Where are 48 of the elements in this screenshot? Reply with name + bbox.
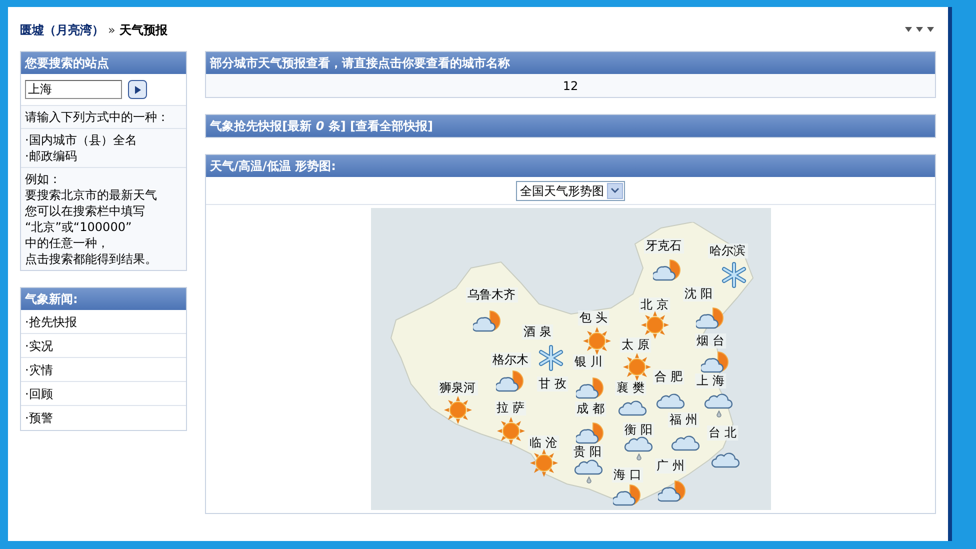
- city-label[interactable]: 烟 台: [694, 334, 726, 348]
- city-label[interactable]: 酒 泉: [522, 324, 554, 340]
- city-label[interactable]: 牙克石: [644, 238, 684, 254]
- play-icon: [134, 86, 140, 94]
- forum-link[interactable]: 匮墟（月亮湾）: [20, 21, 104, 39]
- option-text: ·邮政编码: [25, 148, 78, 164]
- city-label[interactable]: 成 都: [574, 402, 606, 416]
- city-label[interactable]: 包 头: [578, 310, 610, 326]
- city-label[interactable]: 银 川: [572, 354, 604, 370]
- search-field[interactable]: 上海: [25, 80, 122, 99]
- city-label[interactable]: 拉 萨: [494, 400, 526, 416]
- city-label[interactable]: 贵 阳: [572, 444, 604, 460]
- panel-header: 部分城市天气预报查看，请直接点击你要查看的城市名称: [206, 52, 935, 74]
- city-label[interactable]: 太 原: [620, 338, 652, 352]
- page-title: 天气预报: [119, 22, 168, 39]
- hint-text: 请输入下列方式中的一种：: [25, 109, 170, 125]
- city-label[interactable]: 上 海: [694, 374, 726, 388]
- city-label[interactable]: 衡 阳: [622, 422, 654, 438]
- breadcrumb-separator: »: [108, 22, 116, 39]
- chevron-down-icon: [611, 188, 620, 193]
- city-label[interactable]: 广 州: [654, 458, 686, 474]
- map-select[interactable]: 全国天气形势图: [516, 180, 626, 200]
- city-label[interactable]: 狮泉河: [438, 380, 478, 396]
- news-link[interactable]: ·实况: [25, 336, 53, 354]
- panel-content: 12: [562, 78, 578, 94]
- city-label[interactable]: 襄 樊: [614, 380, 646, 396]
- news-link[interactable]: ·灾情: [25, 360, 53, 378]
- city-label[interactable]: 乌鲁木齐: [466, 288, 518, 302]
- city-label[interactable]: 北 京: [638, 298, 670, 312]
- city-label[interactable]: 福 州: [668, 412, 700, 428]
- search-button[interactable]: [128, 80, 147, 99]
- city-label[interactable]: 甘 孜: [536, 376, 568, 392]
- city-label[interactable]: 格尔木: [490, 352, 531, 368]
- city-label[interactable]: 合 肥: [652, 370, 684, 384]
- city-label[interactable]: 沈 阳: [682, 286, 714, 302]
- city-label[interactable]: 海 口: [612, 468, 644, 482]
- news-link[interactable]: ·回顾: [25, 384, 53, 402]
- panel-header: 天气/高温/低温 形势图:: [206, 155, 935, 177]
- city-label[interactable]: 临 沧: [528, 436, 560, 450]
- example-text: 例如： 要搜索北京市的最新天气 您可以在搜索栏中填写 “北京”或“100000” 中的任意一种， 点击搜索都能得到结果。: [25, 171, 158, 267]
- news-link[interactable]: ·抢先快报: [25, 312, 77, 330]
- city-label[interactable]: 哈尔滨: [708, 244, 748, 258]
- panel-header: 气象新闻:: [21, 288, 186, 310]
- news-link[interactable]: ·预警: [25, 409, 53, 427]
- panel-header: 您要搜索的站点: [21, 52, 186, 74]
- city-label[interactable]: 台 北: [706, 426, 738, 440]
- option-text: ·国内城市（县）全名: [25, 132, 138, 148]
- panel-header: 气象抢先快报[最新 0 条] [查看全部快报]: [206, 115, 935, 137]
